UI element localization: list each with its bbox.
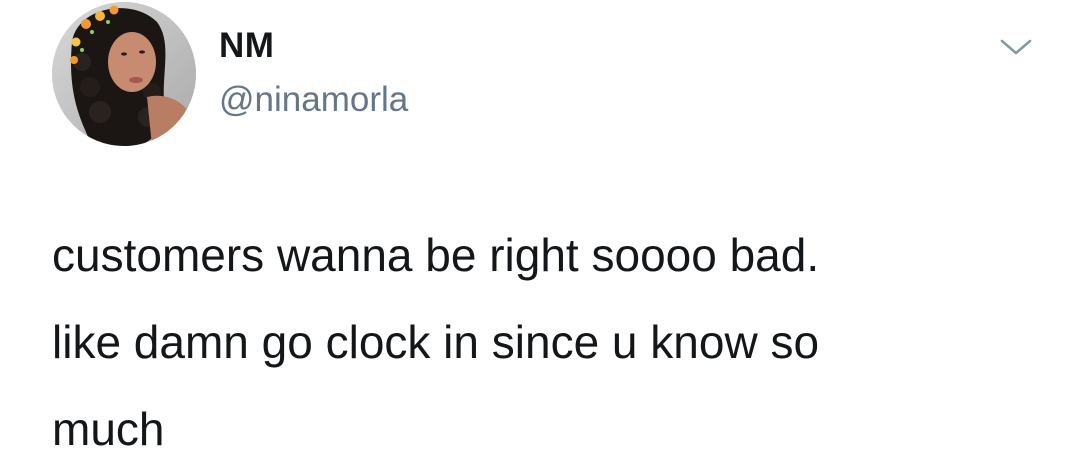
tweet-text: customers wanna be right soooo bad. like… [52,212,1052,473]
tweet-text-line: much [52,403,165,455]
avatar-photo [52,2,196,146]
tweet-text-line: like damn go clock in since u know so [52,316,820,368]
avatar[interactable] [52,2,196,146]
chevron-down-icon[interactable] [998,34,1034,60]
author-display-name[interactable]: NM [219,26,274,66]
tweet-card: NM @ninamorla customers wanna be right s… [0,0,1080,468]
tweet-text-line: customers wanna be right soooo bad. [52,229,820,281]
author-handle[interactable]: @ninamorla [219,80,408,120]
